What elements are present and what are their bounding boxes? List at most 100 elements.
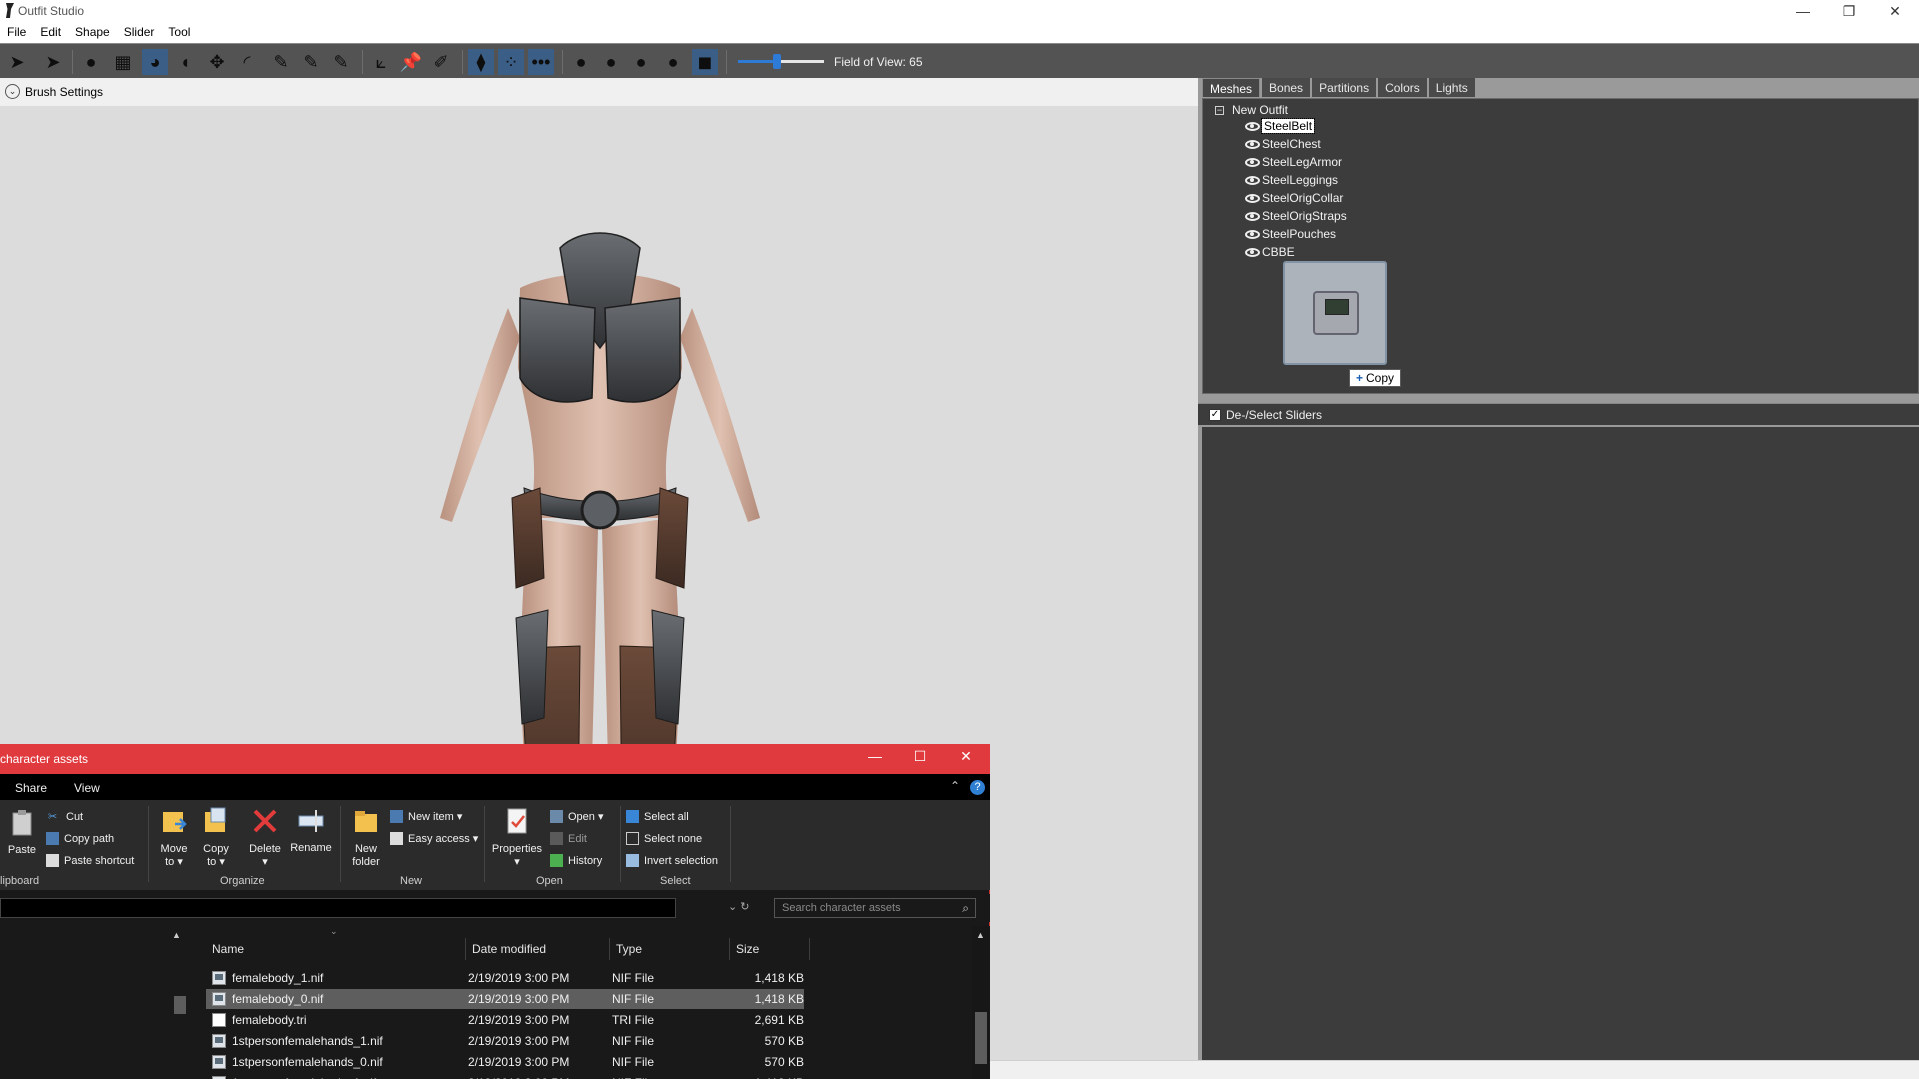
mesh-item-steelorigcollar[interactable]: SteelOrigCollar bbox=[1245, 190, 1343, 206]
mesh-item-cbbe[interactable]: CBBE bbox=[1245, 244, 1295, 260]
paste-shortcut-button[interactable]: Paste shortcut bbox=[46, 854, 134, 867]
visibility-eye-icon[interactable] bbox=[1245, 211, 1260, 221]
file-scroll-thumb[interactable] bbox=[975, 1012, 987, 1064]
visibility-eye-icon[interactable] bbox=[1245, 229, 1260, 239]
mirror-x-icon[interactable]: ⧫ bbox=[468, 49, 494, 75]
tab-bones[interactable]: Bones bbox=[1262, 78, 1311, 97]
brush-mask-icon[interactable]: ● bbox=[78, 49, 104, 75]
perspective-cube-icon[interactable]: ◼ bbox=[692, 49, 718, 75]
view-back-icon[interactable]: ● bbox=[598, 49, 624, 75]
mesh-item-steelorigstraps[interactable]: SteelOrigStraps bbox=[1245, 208, 1347, 224]
view-front-icon[interactable]: ● bbox=[568, 49, 594, 75]
column-header-name[interactable]: Name bbox=[206, 938, 466, 960]
address-bar[interactable] bbox=[0, 898, 676, 918]
brush-smooth-icon[interactable]: ◜ bbox=[234, 49, 260, 75]
brush-alpha-icon[interactable]: ✎ bbox=[328, 49, 354, 75]
visibility-eye-icon[interactable] bbox=[1245, 157, 1260, 167]
delete-button[interactable]: Delete ▾ bbox=[246, 806, 284, 869]
new-item-button[interactable]: New item ▾ bbox=[390, 810, 462, 823]
ribbon-tab-share[interactable]: Share bbox=[15, 781, 47, 795]
file-row[interactable]: femalebody_1.nif 2/19/2019 3:00 PM NIF Fil… bbox=[206, 968, 804, 988]
pin-tool-icon[interactable]: 📌 bbox=[398, 49, 424, 75]
scroll-up-icon[interactable]: ▲ bbox=[172, 930, 181, 940]
weight-brush-icon[interactable]: ✐ bbox=[428, 49, 454, 75]
paste-button[interactable]: Paste bbox=[6, 808, 38, 856]
visibility-eye-icon[interactable] bbox=[1245, 193, 1260, 203]
copy-path-button[interactable]: Copy path bbox=[46, 832, 114, 845]
rename-button[interactable]: Rename bbox=[290, 806, 332, 854]
collision-tool-icon[interactable]: ⟀ bbox=[368, 49, 394, 75]
transform-tool-icon[interactable]: ➤ bbox=[40, 49, 66, 75]
file-row[interactable]: 1stpersonfemalehands_1.nif 2/19/2019 3:00… bbox=[206, 1031, 804, 1051]
explorer-close-button[interactable]: ✕ bbox=[946, 748, 986, 765]
explorer-titlebar[interactable]: character assets — ☐ ✕ bbox=[0, 744, 990, 774]
new-folder-button[interactable]: New folder bbox=[348, 806, 384, 869]
brush-paint-icon[interactable]: ✎ bbox=[268, 49, 294, 75]
view-right-icon[interactable]: ● bbox=[660, 49, 686, 75]
brush-move-icon[interactable]: ✥ bbox=[204, 49, 230, 75]
collapse-ribbon-icon[interactable]: ⌃ bbox=[950, 779, 960, 793]
explorer-maximize-button[interactable]: ☐ bbox=[900, 748, 940, 765]
select-tool-icon[interactable]: ➤ bbox=[4, 49, 30, 75]
menu-file[interactable]: File bbox=[0, 22, 33, 42]
restore-button[interactable]: ❐ bbox=[1826, 2, 1872, 20]
brush-select-icon[interactable]: ▦ bbox=[110, 49, 136, 75]
minimize-button[interactable]: — bbox=[1780, 2, 1826, 20]
tab-partitions[interactable]: Partitions bbox=[1312, 78, 1377, 97]
mesh-item-steelleggings[interactable]: SteelLeggings bbox=[1245, 172, 1338, 188]
easy-access-button[interactable]: Easy access ▾ bbox=[390, 832, 478, 845]
select-sliders-checkbox[interactable]: ✓ bbox=[1209, 409, 1221, 421]
search-input[interactable]: Search character assets ⌕ bbox=[774, 898, 976, 918]
visibility-eye-icon[interactable] bbox=[1245, 121, 1260, 131]
visibility-eye-icon[interactable] bbox=[1245, 139, 1260, 149]
explorer-minimize-button[interactable]: — bbox=[855, 748, 895, 764]
edit-button[interactable]: Edit bbox=[550, 832, 587, 845]
invert-selection-button[interactable]: Invert selection bbox=[626, 854, 718, 867]
fov-slider-thumb[interactable] bbox=[772, 54, 781, 69]
brush-deflate-icon[interactable]: ◖ bbox=[172, 49, 198, 75]
file-row[interactable]: femalebody.tri 2/19/2019 3:00 PM TRI File 2… bbox=[206, 1010, 804, 1030]
collapse-icon[interactable]: − bbox=[1215, 106, 1224, 116]
help-icon[interactable]: ? bbox=[970, 780, 985, 795]
column-header-type[interactable]: Type bbox=[610, 938, 730, 960]
column-header-date[interactable]: Date modified bbox=[466, 938, 610, 960]
address-dropdown-refresh-icon[interactable]: ⌄ ↻ bbox=[728, 900, 750, 913]
brush-inflate-icon[interactable]: ◕ bbox=[142, 49, 168, 75]
connected-only-icon[interactable]: ⁘ bbox=[498, 49, 524, 75]
column-header-size[interactable]: Size bbox=[730, 938, 810, 960]
visibility-eye-icon[interactable] bbox=[1245, 247, 1260, 257]
brush-color-icon[interactable]: ✎ bbox=[298, 49, 324, 75]
menu-edit[interactable]: Edit bbox=[33, 22, 68, 42]
close-button[interactable]: ✕ bbox=[1872, 2, 1918, 20]
file-row[interactable]: femalebody_0.nif 2/19/2019 3:00 PM NIF Fil… bbox=[206, 989, 804, 1009]
nav-scroll-thumb[interactable] bbox=[174, 996, 186, 1014]
copy-to-button[interactable]: Copy to ▾ bbox=[198, 806, 234, 869]
menu-shape[interactable]: Shape bbox=[68, 22, 117, 42]
file-row[interactable]: 1stpersonfemalehands_0.nif 2/19/2019 3:00… bbox=[206, 1052, 804, 1072]
nav-pane-scrollbar[interactable]: ▲ bbox=[172, 926, 186, 1079]
tree-root-outfit[interactable]: − New Outfit bbox=[1215, 103, 1288, 117]
menu-tool[interactable]: Tool bbox=[161, 22, 197, 42]
search-icon[interactable]: ⌕ bbox=[962, 901, 969, 916]
history-button[interactable]: History bbox=[550, 854, 602, 867]
tab-colors[interactable]: Colors bbox=[1378, 78, 1427, 97]
properties-button[interactable]: Properties ▾ bbox=[490, 806, 544, 869]
mesh-item-steellegarmor[interactable]: SteelLegArmor bbox=[1245, 154, 1342, 170]
tab-meshes[interactable]: Meshes bbox=[1202, 78, 1261, 97]
view-left-icon[interactable]: ● bbox=[628, 49, 654, 75]
global-brush-icon[interactable]: ••• bbox=[528, 49, 554, 75]
file-list-scrollbar[interactable]: ▲ bbox=[972, 926, 989, 1079]
ribbon-tab-view[interactable]: View bbox=[74, 781, 100, 795]
mesh-item-steelchest[interactable]: SteelChest bbox=[1245, 136, 1321, 152]
select-all-button[interactable]: Select all bbox=[626, 810, 689, 823]
menu-slider[interactable]: Slider bbox=[117, 22, 162, 42]
file-row[interactable]: 1stpersonfemalebody_1.nif2/19/2019 3:00 … bbox=[206, 1073, 804, 1079]
brush-settings-header[interactable]: ⌄ Brush Settings bbox=[0, 78, 1198, 106]
scroll-up-icon[interactable]: ▲ bbox=[976, 930, 985, 940]
move-to-button[interactable]: Move to ▾ bbox=[156, 806, 192, 869]
field-of-view-slider[interactable] bbox=[738, 54, 824, 69]
chevron-down-icon[interactable]: ⌄ bbox=[5, 84, 20, 99]
open-button[interactable]: Open ▾ bbox=[550, 810, 604, 823]
cut-button[interactable]: ✂ Cut bbox=[48, 810, 83, 824]
tab-lights[interactable]: Lights bbox=[1428, 78, 1475, 97]
